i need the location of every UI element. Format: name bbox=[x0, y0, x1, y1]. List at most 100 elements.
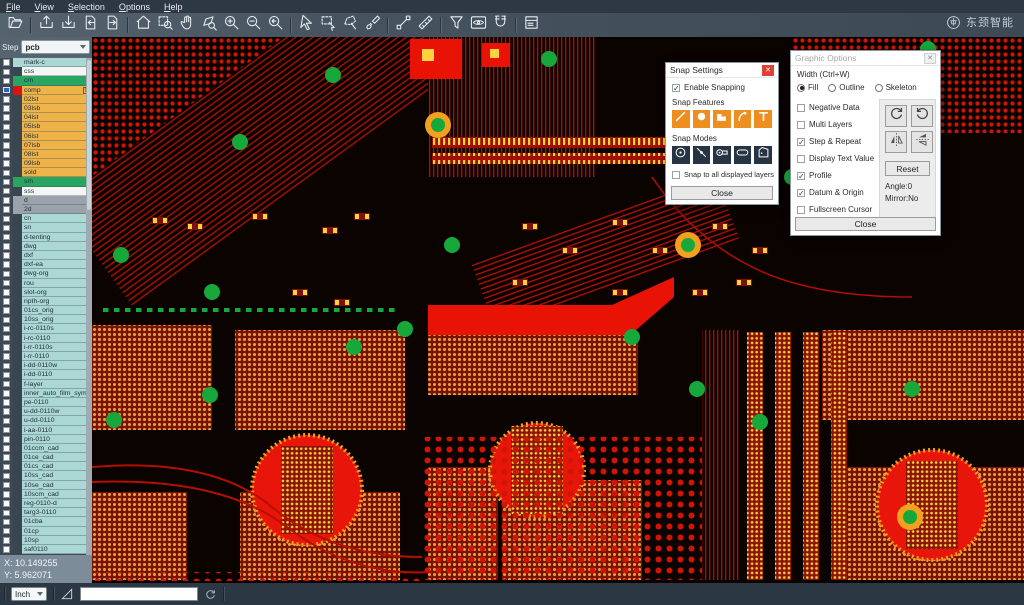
layer-color-swatch[interactable] bbox=[13, 251, 22, 260]
layer-visibility-checkbox[interactable] bbox=[0, 453, 13, 462]
layer-color-swatch[interactable] bbox=[13, 58, 22, 67]
zoom-in-button[interactable] bbox=[220, 15, 242, 35]
snap-center-button[interactable] bbox=[672, 146, 690, 164]
layer-row-cm[interactable]: cm bbox=[0, 76, 92, 85]
layer-row-i-rc-0110s[interactable]: i-rc-0110s bbox=[0, 324, 92, 333]
zoom-polygon-button[interactable] bbox=[198, 15, 220, 35]
layer-visibility-checkbox[interactable] bbox=[0, 132, 13, 141]
rotate-cw-button[interactable] bbox=[885, 105, 907, 127]
layer-visibility-checkbox[interactable] bbox=[0, 508, 13, 517]
menu-view[interactable]: View bbox=[35, 2, 54, 12]
layer-row-rou[interactable]: rou bbox=[0, 279, 92, 288]
snap-dialog-titlebar[interactable]: Snap Settings ✕ bbox=[666, 63, 778, 78]
layer-color-swatch[interactable] bbox=[13, 416, 22, 425]
layer-row-sn[interactable]: sn bbox=[0, 223, 92, 232]
layer-row-10ss_cad[interactable]: 10ss_cad bbox=[0, 471, 92, 480]
layer-color-swatch[interactable] bbox=[13, 122, 22, 131]
measure-ruler-button[interactable] bbox=[414, 15, 436, 35]
layer-row-npth-org[interactable]: npth-org bbox=[0, 297, 92, 306]
layer-row-02lst[interactable]: 02lst bbox=[0, 95, 92, 104]
layer-color-swatch[interactable] bbox=[13, 324, 22, 333]
layer-row-slot-org[interactable]: slot-org bbox=[0, 288, 92, 297]
layer-row-dxf-ea[interactable]: dxf-ea bbox=[0, 260, 92, 269]
layer-color-swatch[interactable] bbox=[13, 113, 22, 122]
menu-options[interactable]: Options bbox=[119, 2, 150, 12]
layer-color-swatch[interactable] bbox=[13, 233, 22, 242]
checkbox-datum-origin[interactable]: ✓Datum & Origin bbox=[791, 184, 879, 201]
layer-visibility-checkbox[interactable] bbox=[0, 141, 13, 150]
layer-visibility-checkbox[interactable] bbox=[0, 242, 13, 251]
menu-file[interactable]: File bbox=[6, 2, 21, 12]
reset-button[interactable]: Reset bbox=[885, 161, 930, 176]
layer-visibility-checkbox[interactable] bbox=[0, 370, 13, 379]
layer-visibility-checkbox[interactable] bbox=[0, 76, 13, 85]
checkbox-negative-data[interactable]: Negative Data bbox=[791, 99, 879, 116]
layer-row-mark-c[interactable]: mark-c bbox=[0, 58, 92, 67]
checkbox-multi-layers[interactable]: Multi Layers bbox=[791, 116, 879, 133]
layer-row-i-dd-0110[interactable]: i-dd-0110 bbox=[0, 370, 92, 379]
layer-visibility-checkbox[interactable] bbox=[0, 361, 13, 370]
measure-line-button[interactable] bbox=[392, 15, 414, 35]
snap-circle-button[interactable] bbox=[693, 110, 711, 128]
radio-fill[interactable]: Fill bbox=[797, 83, 818, 92]
layer-color-swatch[interactable] bbox=[13, 435, 22, 444]
layer-color-swatch[interactable] bbox=[13, 86, 22, 95]
layer-color-swatch[interactable] bbox=[13, 150, 22, 159]
layer-color-swatch[interactable] bbox=[13, 536, 22, 545]
layer-color-swatch[interactable] bbox=[13, 205, 22, 214]
import-page-button[interactable] bbox=[79, 15, 101, 35]
layer-color-swatch[interactable] bbox=[13, 426, 22, 435]
layer-color-swatch[interactable] bbox=[13, 481, 22, 490]
layer-row-01cba[interactable]: 01cba bbox=[0, 517, 92, 526]
layer-visibility-checkbox[interactable] bbox=[0, 95, 13, 104]
layer-visibility-checkbox[interactable] bbox=[0, 122, 13, 131]
graphic-close-button[interactable]: Close bbox=[795, 217, 936, 231]
layer-visibility-checkbox[interactable] bbox=[0, 315, 13, 324]
layer-row-08lst[interactable]: 08lst bbox=[0, 150, 92, 159]
layer-color-swatch[interactable] bbox=[13, 471, 22, 480]
layer-row-dwg[interactable]: dwg bbox=[0, 242, 92, 251]
enable-snapping-checkbox[interactable]: ✓ Enable Snapping bbox=[666, 83, 778, 92]
layer-color-swatch[interactable] bbox=[13, 196, 22, 205]
layer-row-2d[interactable]: 2d bbox=[0, 205, 92, 214]
save-in-button[interactable] bbox=[35, 15, 57, 35]
layer-row-10se_cad[interactable]: 10se_cad bbox=[0, 481, 92, 490]
layer-color-swatch[interactable] bbox=[13, 343, 22, 352]
layer-row-sm[interactable]: sm bbox=[0, 177, 92, 186]
layer-color-swatch[interactable] bbox=[13, 490, 22, 499]
layer-visibility-checkbox[interactable] bbox=[0, 260, 13, 269]
layer-row-01cs_orig[interactable]: 01cs_orig bbox=[0, 306, 92, 315]
snap-arc-button[interactable] bbox=[734, 110, 752, 128]
snap-text-button[interactable] bbox=[754, 110, 772, 128]
radio-skeleton[interactable]: Skeleton bbox=[875, 83, 917, 92]
layer-row-i-rc-0110[interactable]: i-rc-0110 bbox=[0, 334, 92, 343]
radio-outline[interactable]: Outline bbox=[828, 83, 864, 92]
layer-color-swatch[interactable] bbox=[13, 168, 22, 177]
layer-visibility-checkbox[interactable] bbox=[0, 113, 13, 122]
close-icon[interactable]: ✕ bbox=[762, 65, 774, 76]
checkbox-fullscreen-cursor[interactable]: Fullscreen Cursor bbox=[791, 201, 879, 218]
layer-row-f-layer[interactable]: f-layer bbox=[0, 380, 92, 389]
layer-color-swatch[interactable] bbox=[13, 389, 22, 398]
layer-visibility-checkbox[interactable] bbox=[0, 389, 13, 398]
refresh-icon[interactable] bbox=[204, 588, 217, 601]
layer-color-swatch[interactable] bbox=[13, 462, 22, 471]
layer-color-swatch[interactable] bbox=[13, 444, 22, 453]
layer-visibility-checkbox[interactable] bbox=[0, 67, 13, 76]
snap-corner-button[interactable] bbox=[713, 110, 731, 128]
mirror-vertical-button[interactable] bbox=[911, 131, 933, 153]
open-folder-button[interactable] bbox=[4, 15, 26, 35]
layer-visibility-checkbox[interactable] bbox=[0, 288, 13, 297]
layer-row-dwg-org[interactable]: dwg-org bbox=[0, 269, 92, 278]
zoom-out-button[interactable] bbox=[242, 15, 264, 35]
layer-row-i-rr-0110s[interactable]: i-rr-0110s bbox=[0, 343, 92, 352]
layer-row-d-tenting[interactable]: d-tenting bbox=[0, 233, 92, 242]
layer-color-swatch[interactable] bbox=[13, 76, 22, 85]
layer-color-swatch[interactable] bbox=[13, 95, 22, 104]
select-arrow-button[interactable] bbox=[295, 15, 317, 35]
unit-dropdown[interactable]: Inch bbox=[11, 587, 47, 601]
layer-row-reg-0110-d[interactable]: reg-0110-d bbox=[0, 499, 92, 508]
layer-color-swatch[interactable] bbox=[13, 370, 22, 379]
layer-visibility-checkbox[interactable] bbox=[0, 527, 13, 536]
layer-row-i-aa-0110[interactable]: i-aa-0110 bbox=[0, 426, 92, 435]
